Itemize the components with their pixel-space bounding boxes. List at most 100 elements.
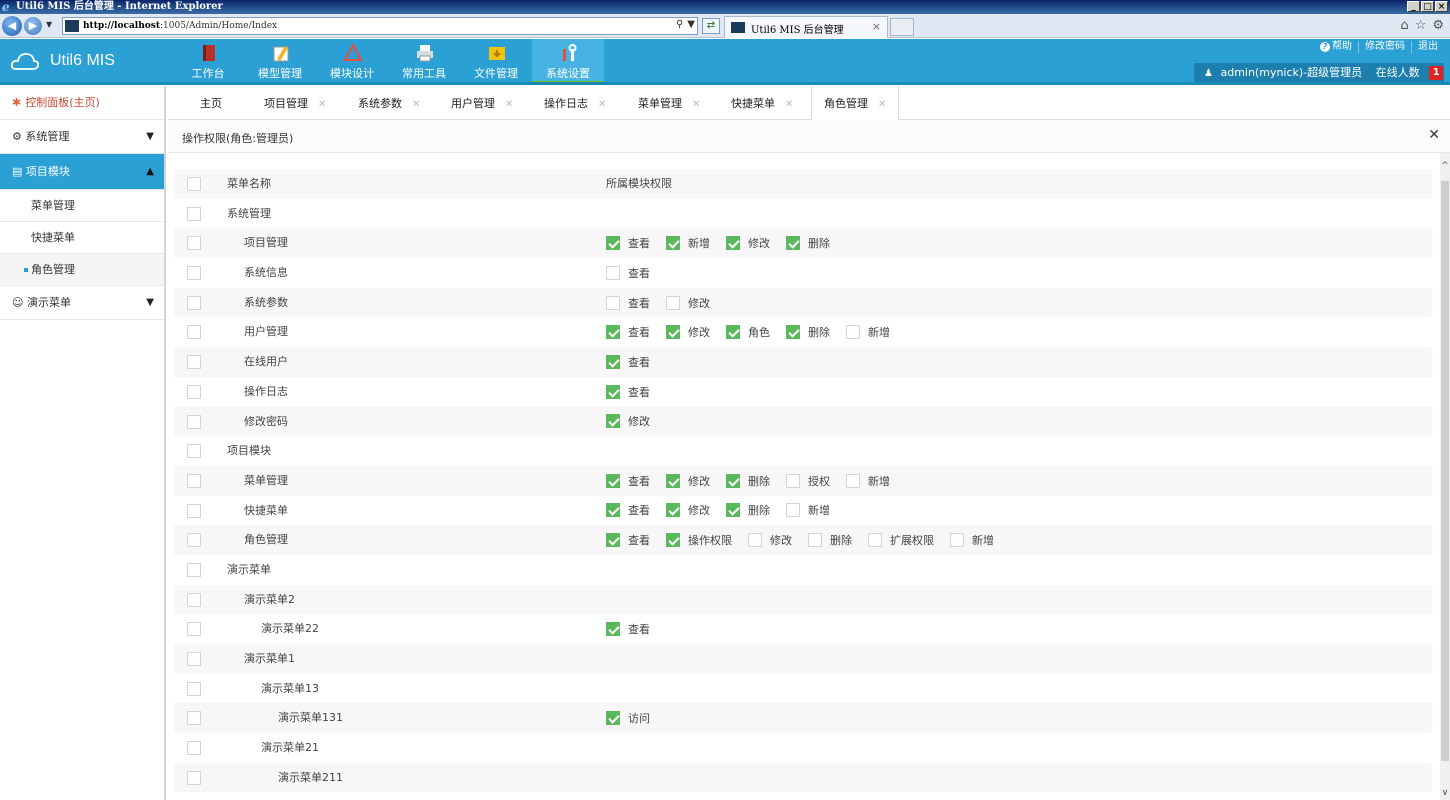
sidebar-subitem-menu-mgmt[interactable]: 菜单管理 [0,190,164,222]
minimize-button[interactable]: _ [1407,1,1420,12]
perm-checkbox[interactable] [808,533,822,548]
row-checkbox[interactable] [187,503,201,518]
row-checkbox[interactable] [187,770,201,785]
row-checkbox[interactable] [187,444,201,459]
perm-option[interactable]: 修改 [748,532,792,548]
perm-checkbox[interactable] [868,533,882,548]
perm-option[interactable]: 删除 [786,235,830,251]
tab-7[interactable]: 角色管理 ✕ [811,86,900,121]
perm-option[interactable]: 查看 [606,621,650,637]
perm-option[interactable]: 查看 [606,235,650,251]
perm-checkbox[interactable] [666,295,680,310]
perm-option[interactable]: 修改 [666,473,710,489]
perm-checkbox[interactable] [786,473,800,488]
perm-checkbox[interactable] [606,622,620,637]
close-panel-icon[interactable]: ✕ [1428,127,1440,143]
row-checkbox[interactable] [187,622,201,637]
row-checkbox[interactable] [187,711,201,726]
perm-option[interactable]: 新增 [786,502,830,518]
perm-checkbox[interactable] [726,325,740,340]
row-checkbox[interactable] [187,562,201,577]
perm-option[interactable]: 新增 [846,473,890,489]
perm-checkbox[interactable] [606,265,620,280]
perm-checkbox[interactable] [606,354,620,369]
row-checkbox[interactable] [187,266,201,281]
sidebar-item-demo-menu[interactable]: ☺ 演示菜单 ▼ [0,286,164,320]
module-tools[interactable]: 系统设置 [532,39,604,85]
tab-5[interactable]: 菜单管理 ✕ [638,86,700,120]
row-checkbox[interactable] [187,384,201,399]
address-bar[interactable]: http://localhost:1005/Admin/Home/Index ⚲… [62,17,698,35]
perm-checkbox[interactable] [666,473,680,488]
perm-option[interactable]: 新增 [846,324,890,340]
home-icon[interactable]: ⌂ [1400,18,1408,33]
perm-checkbox[interactable] [726,236,740,251]
perm-option[interactable]: 删除 [726,473,770,489]
refresh-button[interactable]: ⇄ [702,18,720,34]
perm-option[interactable]: 查看 [606,473,650,489]
tab-6[interactable]: 快捷菜单 ✕ [731,86,793,120]
row-checkbox[interactable] [187,681,201,696]
perm-option[interactable]: 查看 [606,354,650,370]
perm-option[interactable]: 删除 [726,502,770,518]
perm-checkbox[interactable] [846,325,860,340]
perm-checkbox[interactable] [666,503,680,518]
perm-option[interactable]: 角色 [726,324,770,340]
perm-checkbox[interactable] [748,533,762,548]
perm-option[interactable]: 扩展权限 [868,532,934,548]
user-name[interactable]: admin(mynick)-超级管理员 [1220,66,1362,79]
perm-option[interactable]: 操作权限 [666,532,732,548]
row-checkbox[interactable] [187,533,201,548]
module-folder[interactable]: 文件管理 [460,39,532,85]
scrollbar[interactable]: ^ ∨ [1440,153,1450,800]
row-checkbox[interactable] [187,414,201,429]
row-checkbox[interactable] [187,473,201,488]
perm-checkbox[interactable] [666,533,680,548]
perm-option[interactable]: 新增 [666,235,710,251]
scrollbar-thumb[interactable] [1441,181,1449,761]
perm-checkbox[interactable] [606,384,620,399]
perm-checkbox[interactable] [786,236,800,251]
perm-checkbox[interactable] [606,473,620,488]
back-button[interactable]: ◀ [2,16,22,36]
scroll-down-icon[interactable]: ∨ [1440,788,1450,798]
online-count-badge[interactable]: 1 [1429,66,1444,80]
perm-checkbox[interactable] [666,236,680,251]
select-all-checkbox[interactable] [187,177,201,191]
help-link[interactable]: ? 帮助 [1314,41,1358,53]
maximize-button[interactable]: □ [1421,1,1434,12]
row-checkbox[interactable] [187,592,201,607]
perm-option[interactable]: 查看 [606,324,650,340]
perm-option[interactable]: 新增 [950,532,994,548]
scroll-up-icon[interactable]: ^ [1440,161,1450,171]
close-tab-icon[interactable]: ✕ [412,99,420,110]
perm-option[interactable]: 修改 [606,413,650,429]
close-tab-icon[interactable]: ✕ [505,99,513,110]
perm-checkbox[interactable] [606,236,620,251]
close-tab-icon[interactable]: ✕ [598,99,606,110]
settings-gear-icon[interactable]: ⚙ [1432,18,1444,33]
close-tab-icon[interactable]: ✕ [692,99,700,110]
tab-1[interactable]: 项目管理 ✕ [264,86,326,120]
module-design[interactable]: 模块设计 [316,39,388,85]
close-tab-icon[interactable]: ✕ [785,99,793,110]
perm-checkbox[interactable] [606,414,620,429]
history-dropdown-icon[interactable]: ▼ [46,20,52,29]
perm-checkbox[interactable] [726,503,740,518]
sidebar-subitem-role-mgmt[interactable]: 角色管理 [0,254,164,286]
perm-checkbox[interactable] [726,473,740,488]
logout-link[interactable]: 退出 [1411,41,1444,53]
row-checkbox[interactable] [187,355,201,370]
perm-checkbox[interactable] [786,325,800,340]
address-dropdown-icon[interactable]: ▼ [687,19,695,30]
browser-tab[interactable]: Util6 MIS 后台管理 × [724,16,888,38]
perm-checkbox[interactable] [950,533,964,548]
close-tab-icon[interactable]: ✕ [318,99,326,110]
row-checkbox[interactable] [187,206,201,221]
new-tab-button[interactable] [890,18,914,36]
perm-option[interactable]: 查看 [606,532,650,548]
module-pencil[interactable]: 模型管理 [244,39,316,85]
perm-option[interactable]: 修改 [726,235,770,251]
perm-option[interactable]: 查看 [606,502,650,518]
row-checkbox[interactable] [187,325,201,340]
